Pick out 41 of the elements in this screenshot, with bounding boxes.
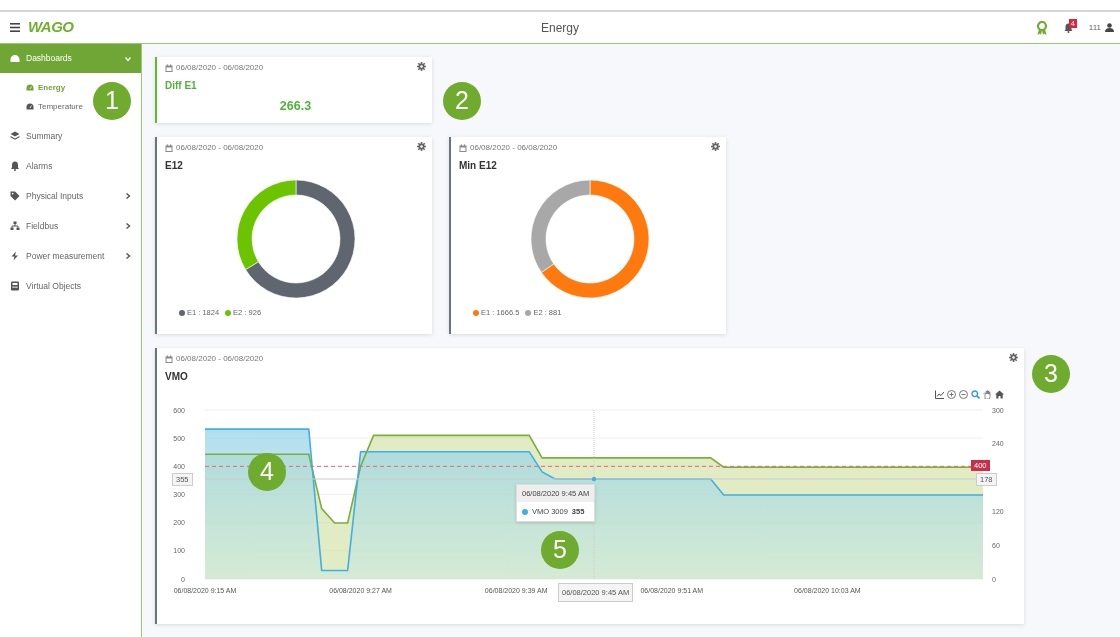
date-range: 06/08/2020 - 06/08/2020: [176, 142, 264, 154]
lightning-icon: [10, 251, 20, 261]
zoom-in-icon[interactable]: [947, 390, 956, 399]
bell-icon: [10, 161, 20, 171]
search-icon[interactable]: [971, 390, 980, 399]
ribbon-icon[interactable]: [1035, 20, 1048, 35]
sidebar-item[interactable]: Virtual Objects: [0, 271, 141, 301]
calendar-icon: [459, 144, 467, 152]
calculator-icon: [10, 281, 20, 291]
layers-icon: [10, 131, 20, 141]
sidebar-item[interactable]: Power measurement: [0, 241, 141, 271]
card-title: E12: [165, 159, 184, 173]
sidebar-item[interactable]: Alarms: [0, 151, 141, 181]
card-title: Min E12: [459, 159, 498, 173]
metric-value: 266.3: [278, 98, 313, 115]
date-range: 06/08/2020 - 06/08/2020: [176, 62, 264, 74]
zoom-out-icon[interactable]: [959, 390, 968, 399]
calendar-icon: [165, 355, 173, 363]
sidebar-item[interactable]: Fieldbus: [0, 211, 141, 241]
tag-icon: [10, 191, 20, 201]
settings-icon[interactable]: [417, 142, 426, 151]
card-title: VMO: [165, 370, 189, 384]
page-title: Energy: [541, 20, 579, 35]
calendar-icon: [165, 144, 173, 152]
settings-icon[interactable]: [417, 62, 426, 71]
date-range: 06/08/2020 - 06/08/2020: [176, 353, 264, 365]
settings-icon[interactable]: [711, 142, 720, 151]
settings-icon[interactable]: [1009, 353, 1018, 362]
home-icon[interactable]: [995, 390, 1004, 399]
user-icon[interactable]: [1105, 23, 1114, 32]
card-title: Diff E1: [165, 79, 198, 93]
line-chart-icon[interactable]: [935, 390, 944, 399]
data-point: [591, 476, 597, 482]
sidebar-item[interactable]: Summary: [0, 121, 141, 151]
sidebar-item[interactable]: Physical Inputs: [0, 181, 141, 211]
user-name[interactable]: 111: [1088, 21, 1101, 34]
logo: WAGO: [28, 17, 74, 38]
calendar-icon: [165, 64, 173, 72]
network-icon: [10, 221, 20, 231]
menu-icon[interactable]: [10, 23, 20, 32]
date-range: 06/08/2020 - 06/08/2020: [470, 142, 558, 154]
